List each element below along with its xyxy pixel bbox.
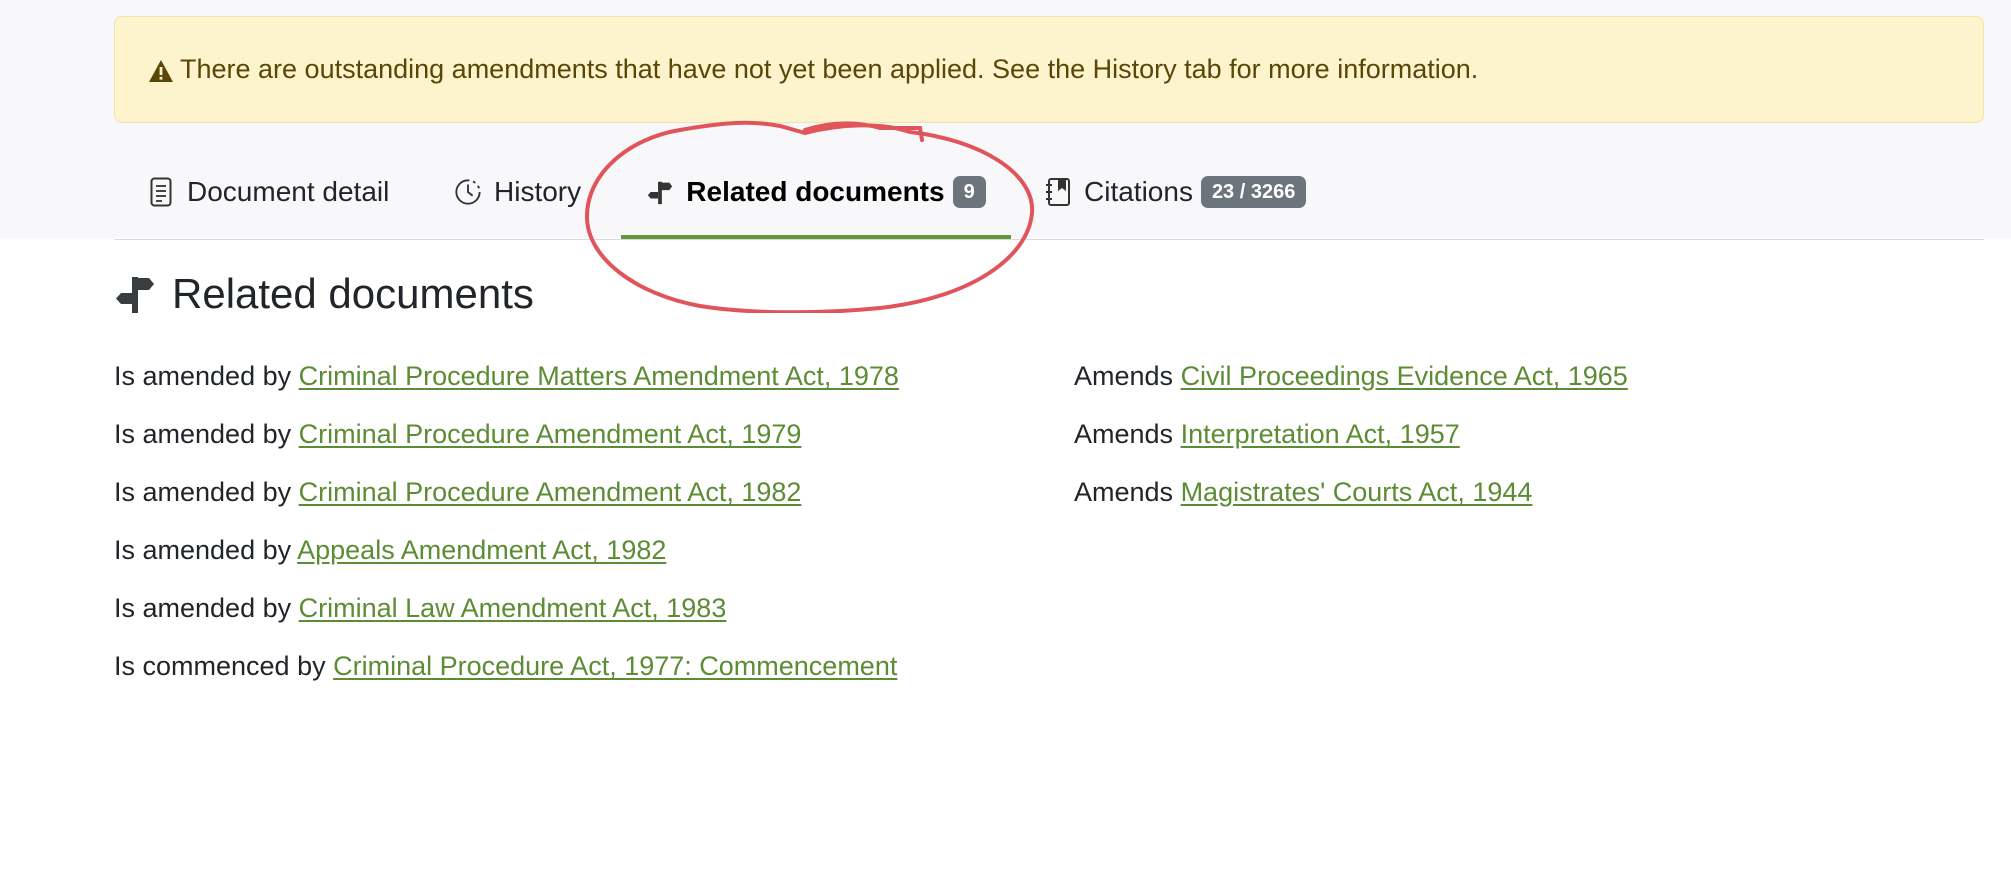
relation-prefix: Is amended by <box>114 593 299 623</box>
tab-document-detail[interactable]: Document detail <box>147 145 389 238</box>
related-document-link[interactable]: Interpretation Act, 1957 <box>1181 419 1460 449</box>
page-title: Related documents <box>172 270 534 317</box>
clock-icon <box>454 177 482 207</box>
related-document-link[interactable]: Criminal Procedure Matters Amendment Act… <box>299 361 899 391</box>
journal-icon <box>1044 177 1072 207</box>
signpost-icon <box>116 277 154 313</box>
list-item: Is amended by Criminal Law Amendment Act… <box>114 588 899 646</box>
list-item: Is amended by Appeals Amendment Act, 198… <box>114 530 899 588</box>
related-document-link[interactable]: Magistrates' Courts Act, 1944 <box>1181 477 1533 507</box>
relation-prefix: Is amended by <box>114 361 299 391</box>
tab-label: Document detail <box>187 175 390 207</box>
related-document-link[interactable]: Criminal Law Amendment Act, 1983 <box>299 593 727 623</box>
document-icon <box>147 177 175 207</box>
relations-right-list: Amends Civil Proceedings Evidence Act, 1… <box>1074 356 1628 530</box>
citations-count-badge: 23 / 3266 <box>1200 175 1307 208</box>
tab-label: History <box>494 175 582 207</box>
relation-prefix: Is commenced by <box>114 651 334 681</box>
list-item: Is amended by Criminal Procedure Matters… <box>114 356 899 414</box>
related-document-link[interactable]: Civil Proceedings Evidence Act, 1965 <box>1181 361 1628 391</box>
list-item: Amends Interpretation Act, 1957 <box>1074 414 1628 472</box>
relation-prefix: Is amended by <box>114 535 298 565</box>
tab-label: Related documents <box>686 175 945 207</box>
amendments-alert: There are outstanding amendments that ha… <box>114 16 1984 123</box>
tab-label: Citations <box>1084 175 1193 207</box>
relation-prefix: Is amended by <box>114 419 299 449</box>
tab-related-documents[interactable]: Related documents 9 <box>621 145 1011 239</box>
list-item: Is amended by Criminal Procedure Amendme… <box>114 472 899 530</box>
list-item: Amends Civil Proceedings Evidence Act, 1… <box>1074 356 1628 414</box>
tab-history[interactable]: History <box>454 145 581 238</box>
related-document-link[interactable]: Criminal Procedure Amendment Act, 1979 <box>299 419 802 449</box>
related-document-link[interactable]: Criminal Procedure Act, 1977: Commenceme… <box>333 651 897 681</box>
warning-icon <box>148 58 174 84</box>
related-count-badge: 9 <box>952 175 986 208</box>
related-document-link[interactable]: Appeals Amendment Act, 1982 <box>297 535 666 565</box>
list-item: Is commenced by Criminal Procedure Act, … <box>114 646 899 704</box>
list-item: Amends Magistrates' Courts Act, 1944 <box>1074 472 1628 530</box>
relation-prefix: Is amended by <box>114 477 299 507</box>
relations-left-list: Is amended by Criminal Procedure Matters… <box>114 356 899 704</box>
alert-text: There are outstanding amendments that ha… <box>180 54 1479 84</box>
section-heading: Related documents <box>114 270 534 318</box>
signpost-icon <box>646 177 674 207</box>
relation-prefix: Amends <box>1074 419 1181 449</box>
related-document-link[interactable]: Criminal Procedure Amendment Act, 1982 <box>299 477 802 507</box>
document-tabs: Document detail History Related document… <box>114 145 1984 240</box>
tab-citations[interactable]: Citations 23 / 3266 <box>1044 145 1307 238</box>
relation-prefix: Amends <box>1074 477 1181 507</box>
relation-prefix: Amends <box>1074 361 1181 391</box>
list-item: Is amended by Criminal Procedure Amendme… <box>114 414 899 472</box>
